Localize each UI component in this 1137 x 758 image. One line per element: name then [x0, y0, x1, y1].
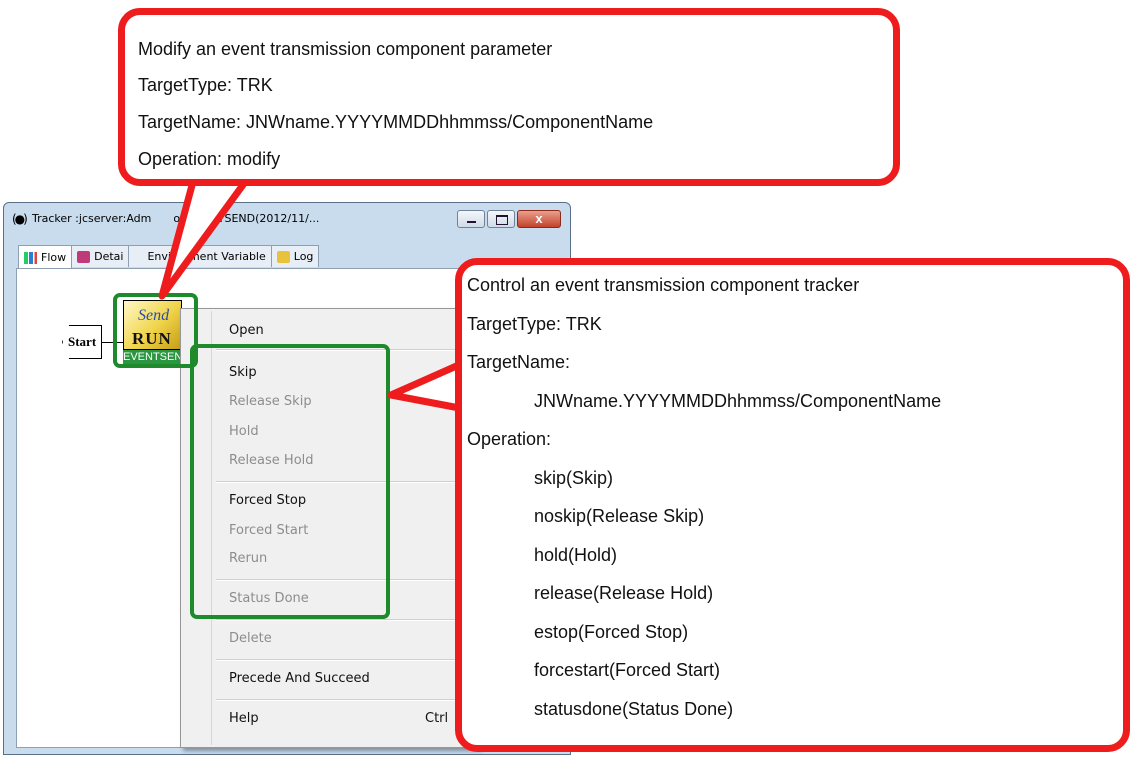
right-callout-operation-label: Operation:: [467, 429, 552, 449]
operation-noskip: noskip(Release Skip): [534, 506, 705, 526]
right-callout-target-name-value: JNWname.YYYYMMDDhhmmss/ComponentName: [534, 391, 942, 411]
operation-forcestart: forcestart(Forced Start): [534, 660, 721, 680]
right-callout-target-type: TargetType: TRK: [467, 314, 602, 334]
top-callout-operation: Operation: modify: [138, 149, 281, 169]
top-callout-target-name: TargetName: JNWname.YYYYMMDDhhmmss/Compo…: [138, 112, 654, 132]
operation-statusdone: statusdone(Status Done): [534, 699, 734, 719]
top-callout: Modify an event transmission component p…: [118, 8, 900, 186]
operation-skip: skip(Skip): [534, 468, 614, 488]
right-callout: Control an event transmission component …: [455, 258, 1130, 752]
top-callout-heading: Modify an event transmission component p…: [138, 39, 553, 59]
top-callout-target-type: TargetType: TRK: [138, 75, 273, 95]
operation-estop: estop(Forced Stop): [534, 622, 689, 642]
operation-release: release(Release Hold): [534, 583, 714, 603]
operation-hold: hold(Hold): [534, 545, 618, 565]
right-callout-target-name-label: TargetName:: [467, 352, 571, 372]
top-callout-pointer: [158, 174, 252, 300]
right-callout-heading: Control an event transmission component …: [467, 275, 860, 295]
